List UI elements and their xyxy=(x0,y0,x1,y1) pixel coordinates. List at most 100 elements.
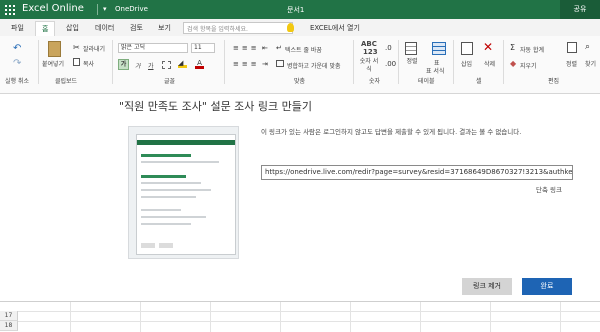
autosum-icon[interactable]: Σ xyxy=(510,43,515,52)
row-header-18[interactable]: 18 xyxy=(0,321,18,331)
sort-icon[interactable] xyxy=(567,42,577,53)
table-icon[interactable] xyxy=(432,42,446,55)
grid-line xyxy=(18,311,600,312)
font-name-value: 맑은 고딕 xyxy=(121,44,145,51)
horizontal-align-icons[interactable]: ≡≡≡ xyxy=(233,60,260,68)
dialog-title: "직원 만족도 조사" 설문 조사 링크 만들기 xyxy=(119,100,313,113)
sort-filter-icon[interactable] xyxy=(405,42,417,55)
copy-icon[interactable] xyxy=(73,58,80,66)
tab-insert[interactable]: 삽입 xyxy=(66,23,79,33)
grid-line xyxy=(18,321,600,322)
insert-cells-icon[interactable] xyxy=(461,42,473,55)
row-header-17[interactable]: 17 xyxy=(0,311,18,321)
app-launcher-icon[interactable] xyxy=(5,5,15,15)
share-button[interactable]: 공유 xyxy=(560,0,600,19)
lightbulb-icon xyxy=(287,23,294,32)
chevron-down-icon[interactable]: ▾ xyxy=(103,5,107,13)
dialog-description: 이 링크가 있는 사람은 로그인하지 않고도 답변을 제출할 수 있게 됩니다.… xyxy=(261,128,522,136)
outdent-icon[interactable]: ⇥ xyxy=(262,60,268,68)
grid-line xyxy=(560,302,561,332)
grid-line xyxy=(350,302,351,332)
wrap-text-button[interactable]: 텍스트 줄 바꿈 xyxy=(285,45,322,54)
app-name[interactable]: Excel Online xyxy=(22,3,84,14)
bold-button[interactable]: 가 xyxy=(118,59,129,70)
grid-line xyxy=(210,302,211,332)
group-divider xyxy=(38,40,39,84)
editing-group-label: 편집 xyxy=(548,78,560,85)
paste-icon[interactable] xyxy=(48,41,61,57)
eraser-icon[interactable]: ◆ xyxy=(510,59,516,68)
format-as-table-button[interactable]: 표 서식 xyxy=(426,66,444,75)
cells-group-label: 셀 xyxy=(476,78,482,85)
increase-decimal-icon[interactable]: .0 xyxy=(385,44,392,52)
undo-icon[interactable]: ↶ xyxy=(13,43,21,54)
font-group-label: 글꼴 xyxy=(164,78,176,85)
survey-link-input[interactable]: https://onedrive.live.com/redir?page=sur… xyxy=(261,165,573,180)
grid-line xyxy=(490,302,491,332)
tab-home[interactable]: 홈 xyxy=(35,21,56,36)
merge-icon[interactable] xyxy=(276,60,284,67)
wrap-text-icon[interactable]: ↵ xyxy=(276,44,282,52)
decrease-decimal-icon[interactable]: .00 xyxy=(385,60,396,68)
vertical-align-icons[interactable]: ≡≡≡ xyxy=(233,44,260,52)
clear-button[interactable]: 지우기 xyxy=(520,61,537,70)
number-group-label: 숫자 xyxy=(369,78,381,85)
group-divider xyxy=(224,40,225,84)
alignment-group-label: 맞춤 xyxy=(294,78,306,85)
grid-line xyxy=(70,302,71,332)
document-title[interactable]: 문서1 xyxy=(287,5,304,15)
short-link-button[interactable]: 단축 링크 xyxy=(536,184,562,194)
cut-button[interactable]: 잘라내기 xyxy=(83,44,105,53)
italic-button[interactable]: 가 xyxy=(135,61,141,70)
sort-filter-button[interactable]: 정렬 xyxy=(404,58,420,66)
done-button[interactable]: 완료 xyxy=(522,278,572,295)
number-format-icon-top[interactable]: ABC xyxy=(361,40,377,48)
tab-view[interactable]: 보기 xyxy=(158,23,171,33)
find-button[interactable]: 찾기 xyxy=(585,59,596,68)
paste-button[interactable]: 붙여넣기 xyxy=(42,59,64,68)
app-title-bar: Excel Online ▾ OneDrive 문서1 공유 xyxy=(0,0,600,19)
borders-icon[interactable] xyxy=(162,61,171,69)
spreadsheet-grid[interactable] xyxy=(0,301,600,332)
survey-preview-image xyxy=(136,134,236,255)
survey-link-dialog xyxy=(0,94,600,301)
sort-button[interactable]: 정렬 xyxy=(566,59,577,68)
open-in-excel-button[interactable]: EXCEL에서 열기 xyxy=(310,23,360,33)
clipboard-group-label: 클립보드 xyxy=(55,78,78,85)
ribbon-tabs: 파일 홈 삽입 데이터 검토 보기 xyxy=(0,19,600,36)
font-name-combo[interactable]: 맑은 고딕 xyxy=(118,43,188,53)
tab-data[interactable]: 데이터 xyxy=(95,23,114,33)
font-size-combo[interactable]: 11 xyxy=(191,43,215,53)
remove-link-button[interactable]: 링크 제거 xyxy=(462,278,512,295)
font-size-value: 11 xyxy=(194,44,202,51)
tab-file[interactable]: 파일 xyxy=(11,23,24,33)
number-format-button[interactable]: 숫자 서식 xyxy=(359,58,379,74)
scissors-icon[interactable]: ✂ xyxy=(73,43,80,52)
group-divider xyxy=(503,40,504,84)
grid-line xyxy=(280,302,281,332)
tell-me-input[interactable]: 검색 항목을 입력하세요. xyxy=(183,22,293,34)
redo-icon[interactable]: ↷ xyxy=(13,58,21,69)
delete-cells-icon[interactable]: ✕ xyxy=(483,40,493,54)
fill-color-icon[interactable]: ◢ xyxy=(178,59,187,68)
undo-group-label: 실행 취소 xyxy=(5,78,29,85)
divider xyxy=(97,4,98,15)
number-format-icon-bottom[interactable]: 123 xyxy=(363,48,378,56)
copy-button[interactable]: 복사 xyxy=(83,59,94,68)
merge-center-button[interactable]: 병합하고 가운데 맞춤 xyxy=(287,61,341,70)
autosum-button[interactable]: 자동 합계 xyxy=(520,45,544,54)
underline-button[interactable]: 가 xyxy=(148,61,154,70)
group-divider xyxy=(453,40,454,84)
insert-cells-button[interactable]: 삽입 xyxy=(461,59,472,68)
indent-icon[interactable]: ⇤ xyxy=(262,44,268,52)
find-icon[interactable]: ⌕ xyxy=(585,42,590,52)
group-divider xyxy=(112,40,113,84)
grid-line xyxy=(420,302,421,332)
group-divider xyxy=(398,40,399,84)
tab-review[interactable]: 검토 xyxy=(130,23,143,33)
onedrive-link[interactable]: OneDrive xyxy=(115,5,148,13)
font-color-icon[interactable]: A xyxy=(195,59,204,69)
delete-cells-button[interactable]: 삭제 xyxy=(484,59,495,68)
group-divider xyxy=(353,40,354,84)
tables-group-label: 테이블 xyxy=(418,78,435,85)
